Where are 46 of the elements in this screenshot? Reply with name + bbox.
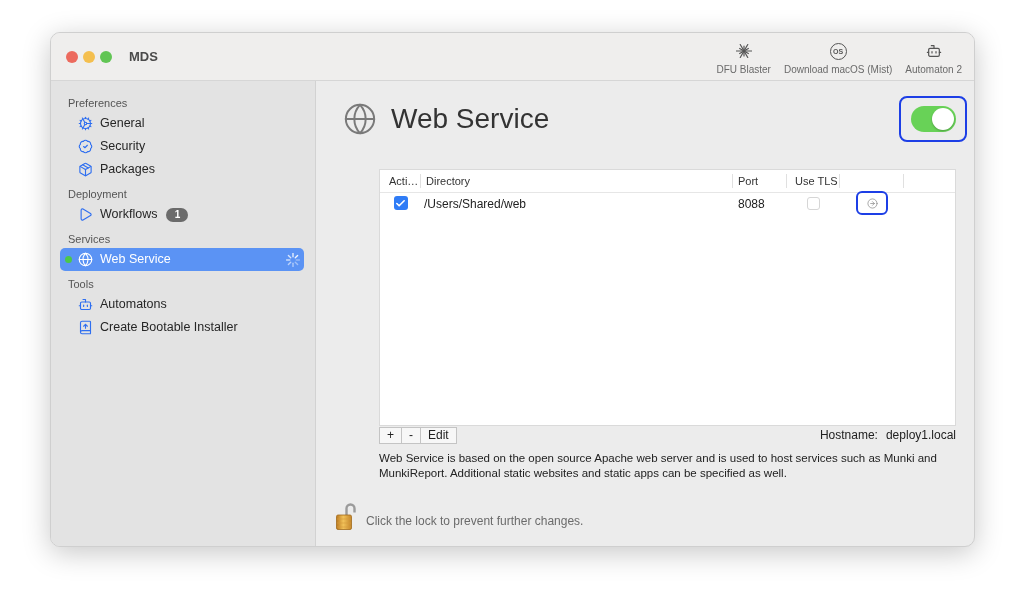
window-title: MDS	[129, 47, 158, 66]
play-icon	[78, 207, 93, 222]
column-header[interactable]: Use TLS	[787, 174, 840, 188]
sidebar-item[interactable]: Workflows 1	[60, 203, 304, 226]
checkbox[interactable]	[807, 196, 820, 210]
toggle-switch[interactable]	[910, 106, 956, 132]
globe-icon	[78, 252, 93, 267]
close-button[interactable]	[66, 50, 78, 63]
checkbox[interactable]	[393, 196, 408, 210]
badge-check-icon	[78, 139, 93, 154]
lock-hint-text: Click the lock to prevent further changes.	[366, 513, 584, 530]
starburst-icon	[735, 43, 752, 59]
sidebar-item[interactable]: Packages	[60, 158, 304, 181]
section-heading: Tools	[67, 277, 95, 292]
padlock-open-icon[interactable]	[336, 502, 356, 530]
column-header[interactable]: Port	[733, 174, 787, 188]
toolbar-item[interactable]: Automaton 2	[905, 42, 962, 76]
sidebar-item[interactable]: Security	[60, 135, 304, 158]
table-cell: /Users/Shared/web	[424, 197, 527, 211]
sidebar-item[interactable]: Automatons	[60, 293, 304, 316]
table-action-button[interactable]: +	[379, 426, 402, 444]
column-header[interactable]: Acti…	[380, 174, 421, 188]
table-action-button[interactable]: -	[401, 426, 421, 444]
globe-icon	[343, 102, 377, 136]
hostname-label: Hostname:	[819, 427, 878, 444]
sidebar-item[interactable]: Create Bootable Installer	[60, 316, 304, 339]
section-heading: Services	[67, 232, 112, 247]
section-heading: Preferences	[67, 96, 129, 111]
table-action-button[interactable]: Edit	[420, 426, 457, 444]
robot-icon	[925, 43, 942, 59]
package-icon	[78, 162, 93, 177]
upload-book-icon	[78, 320, 93, 335]
open-button[interactable]	[866, 197, 878, 209]
robot-icon	[78, 297, 93, 312]
column-header[interactable]: Directory	[421, 174, 733, 188]
zoom-button[interactable]	[100, 50, 112, 63]
description-text: Web Service is based on the open source Apache web server and is used to host services such as Munki and MunkiReport. Additional static websites and static apps can be specified as well.	[379, 451, 938, 481]
toolbar-item[interactable]: DFU Blaster	[716, 42, 771, 76]
sidebar-item[interactable]: General	[60, 112, 304, 135]
table-cell: 8088	[738, 197, 765, 211]
page-title: Web Service	[391, 102, 550, 136]
count-badge: 1	[166, 207, 189, 222]
minimize-button[interactable]	[83, 50, 95, 63]
gear-icon	[78, 116, 93, 131]
hostname-value: deploy1.local	[885, 427, 956, 444]
section-heading: Deployment	[67, 187, 128, 202]
